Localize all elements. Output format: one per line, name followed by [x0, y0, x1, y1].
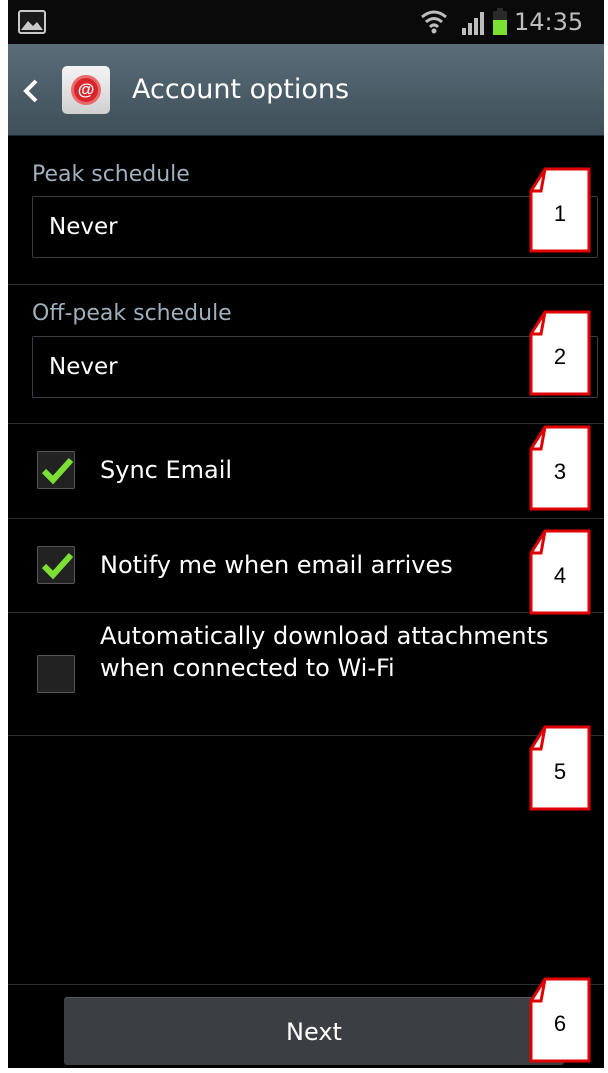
- peak-schedule-dropdown[interactable]: Never: [32, 196, 598, 258]
- offpeak-schedule-label: Off-peak schedule: [32, 301, 232, 326]
- annotation-number: 5: [553, 759, 567, 784]
- annotation-number: 2: [553, 344, 567, 369]
- next-button[interactable]: Next: [64, 997, 564, 1065]
- notify-label[interactable]: Notify me when email arrives: [100, 549, 453, 581]
- divider: [8, 612, 604, 613]
- annotation-callout-4: 4: [529, 527, 591, 615]
- page-title: Account options: [132, 74, 350, 105]
- signal-icon: [462, 12, 484, 35]
- annotation-callout-2: 2: [529, 308, 591, 396]
- peak-schedule-value: Never: [49, 214, 118, 240]
- status-bar: 14:35: [8, 0, 604, 44]
- auto-download-label[interactable]: Automatically download attachments when …: [100, 620, 590, 684]
- checkmark-icon: [41, 552, 74, 580]
- annotation-callout-5: 5: [529, 723, 591, 811]
- annotation-number: 1: [553, 201, 567, 226]
- back-chevron-icon[interactable]: [22, 78, 40, 104]
- email-at-icon: @: [62, 66, 110, 114]
- checkmark-icon: [41, 457, 74, 485]
- sync-email-label[interactable]: Sync Email: [100, 454, 232, 486]
- annotation-number: 4: [553, 563, 567, 588]
- phone-screen: 14:35 @ Account options Peak schedule Ne…: [8, 0, 604, 1068]
- footer-divider: [8, 984, 604, 985]
- offpeak-schedule-value: Never: [49, 354, 118, 380]
- auto-download-checkbox[interactable]: [37, 655, 75, 693]
- notify-checkbox[interactable]: [37, 546, 75, 584]
- peak-schedule-label: Peak schedule: [32, 162, 190, 187]
- wifi-icon: [421, 10, 447, 34]
- divider: [8, 284, 604, 285]
- divider: [8, 735, 604, 736]
- divider: [8, 423, 604, 424]
- action-bar: @ Account options: [8, 44, 604, 136]
- battery-icon: [493, 8, 507, 35]
- picture-icon: [18, 10, 46, 34]
- status-time: 14:35: [514, 8, 584, 36]
- offpeak-schedule-dropdown[interactable]: Never: [32, 336, 598, 398]
- divider: [8, 518, 604, 519]
- annotation-callout-1: 1: [529, 165, 591, 253]
- annotation-callout-6: 6: [529, 975, 591, 1063]
- annotation-callout-3: 3: [529, 423, 591, 511]
- annotation-number: 3: [553, 459, 567, 484]
- annotation-number: 6: [553, 1011, 567, 1036]
- sync-email-checkbox[interactable]: [37, 451, 75, 489]
